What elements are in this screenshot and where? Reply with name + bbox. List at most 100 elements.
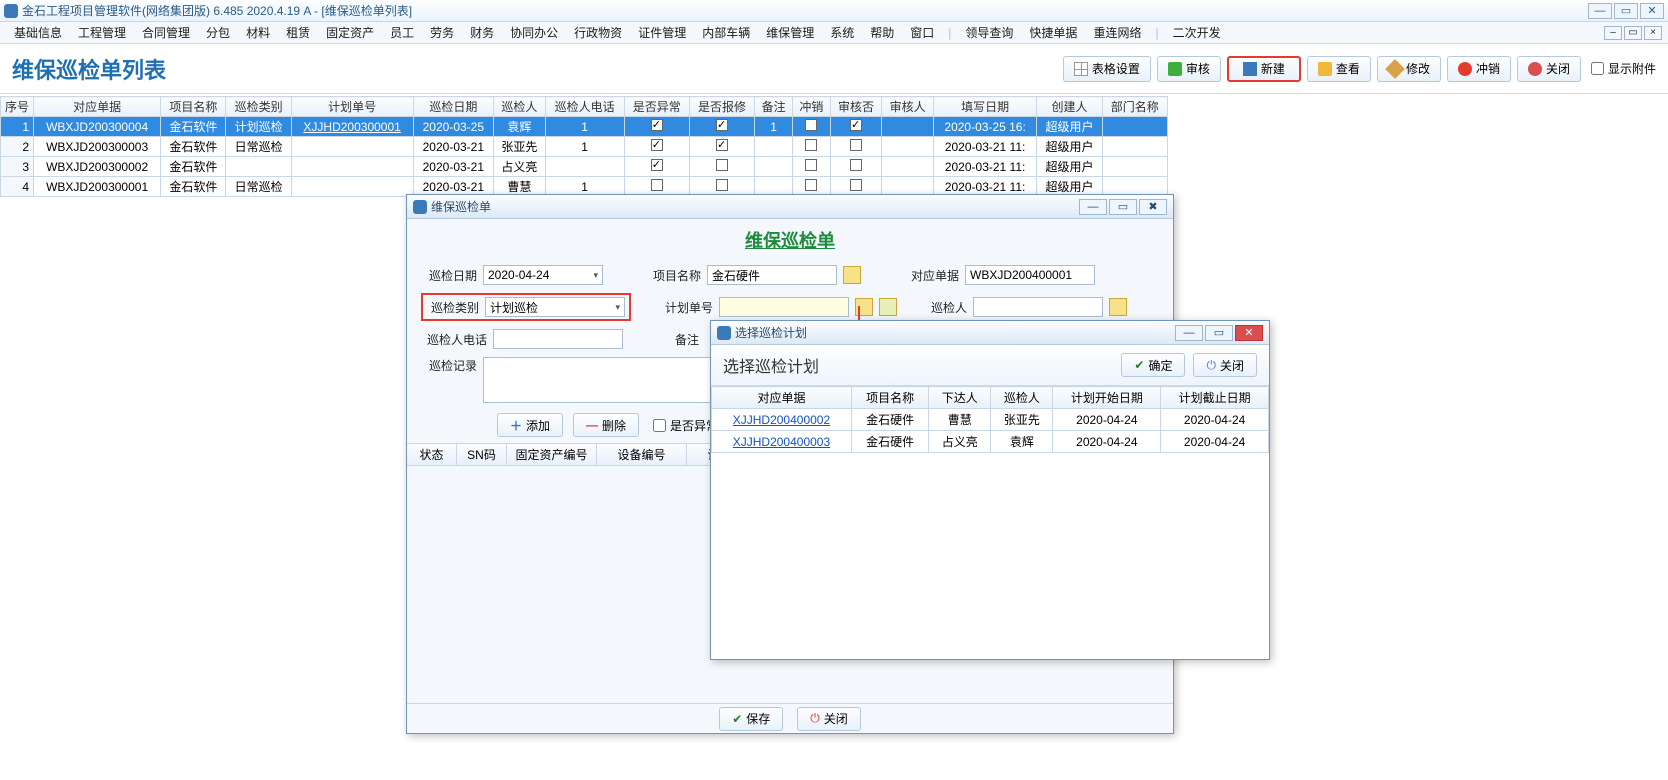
col-header[interactable]: 是否异常 (624, 97, 689, 117)
menu-item[interactable]: 材料 (238, 24, 278, 41)
mdi-min-icon[interactable]: – (1604, 26, 1622, 40)
void-button[interactable]: 冲销 (1447, 56, 1511, 82)
plan-close-button[interactable]: ✕ (1235, 325, 1263, 341)
mdi-close-icon[interactable]: × (1644, 26, 1662, 40)
col-header[interactable]: 巡检人电话 (545, 97, 624, 117)
edit-button[interactable]: 修改 (1377, 56, 1441, 82)
abnormal-toggle[interactable]: 是否异常 (653, 417, 718, 434)
col-header[interactable]: 备注 (755, 97, 793, 117)
main-table[interactable]: 序号对应单据项目名称巡检类别计划单号巡检日期巡检人巡检人电话是否异常是否报修备注… (0, 96, 1168, 197)
checkbox-icon[interactable] (716, 139, 728, 151)
project-input[interactable] (707, 265, 837, 285)
project-lookup-icon[interactable] (843, 266, 861, 284)
menu-item[interactable]: 帮助 (862, 24, 902, 41)
type-select[interactable]: 计划巡检▾ (485, 297, 625, 317)
checkbox-icon[interactable] (716, 179, 728, 191)
del-row-button[interactable]: —删除 (573, 413, 639, 437)
col-header[interactable]: 计划单号 (291, 97, 413, 117)
date-picker[interactable]: 2020-04-24▾ (483, 265, 603, 285)
audit-button[interactable]: 审核 (1157, 56, 1221, 82)
dlg-min-button[interactable]: — (1079, 199, 1107, 215)
checkbox-icon[interactable] (651, 139, 663, 151)
menu-item[interactable]: 行政物资 (566, 24, 630, 41)
checkbox-icon[interactable] (651, 159, 663, 171)
col-header[interactable]: 计划截止日期 (1161, 387, 1269, 409)
col-header[interactable]: 对应单据 (712, 387, 852, 409)
checkbox-icon[interactable] (805, 139, 817, 151)
checkbox-icon[interactable] (805, 119, 817, 131)
col-header[interactable]: 部门名称 (1102, 97, 1167, 117)
close-page-button[interactable]: 关闭 (1517, 56, 1581, 82)
checkbox-icon[interactable] (850, 159, 862, 171)
col-header[interactable]: 是否报修 (689, 97, 754, 117)
plan-dialog-titlebar[interactable]: 选择巡检计划 — ▭ ✕ (711, 321, 1269, 345)
dlg-max-button[interactable]: ▭ (1109, 199, 1137, 215)
col-header[interactable]: 冲销 (792, 97, 830, 117)
dlg-close-button[interactable]: ✖ (1139, 199, 1167, 215)
col-header[interactable]: 创建人 (1037, 97, 1102, 117)
checkbox-icon[interactable] (651, 179, 663, 191)
col-header[interactable]: 审核人 (882, 97, 934, 117)
mdi-restore-icon[interactable]: ▭ (1624, 26, 1642, 40)
create-button[interactable]: 新建 (1227, 56, 1301, 82)
view-button[interactable]: 查看 (1307, 56, 1371, 82)
menu-item[interactable]: 基础信息 (6, 24, 70, 41)
col-header[interactable]: 序号 (1, 97, 34, 117)
col-header[interactable]: 下达人 (929, 387, 991, 409)
table-row[interactable]: 1WBXJD200300004金石软件计划巡检XJJHD200300001202… (1, 117, 1168, 137)
person-input[interactable] (973, 297, 1103, 317)
form-dialog-titlebar[interactable]: 维保巡检单 — ▭ ✖ (407, 195, 1173, 219)
menu-item[interactable]: 领导查询 (957, 24, 1021, 41)
menu-item[interactable]: 财务 (462, 24, 502, 41)
table-row[interactable]: 3WBXJD200300002金石软件2020-03-21占义亮2020-03-… (1, 157, 1168, 177)
col-header[interactable]: 巡检类别 (226, 97, 291, 117)
table-row[interactable]: XJJHD200400003金石硬件占义亮袁辉2020-04-242020-04… (712, 431, 1269, 453)
plan-min-button[interactable]: — (1175, 325, 1203, 341)
plan-cancel-button[interactable]: ⏻关闭 (1193, 353, 1257, 377)
maximize-button[interactable]: ▭ (1614, 3, 1638, 19)
menu-item[interactable]: 分包 (198, 24, 238, 41)
checkbox-icon[interactable] (716, 119, 728, 131)
table-row[interactable]: 2WBXJD200300003金石软件日常巡检2020-03-21张亚先1202… (1, 137, 1168, 157)
checkbox-icon[interactable] (850, 119, 862, 131)
col-header[interactable]: 填写日期 (933, 97, 1037, 117)
menu-item[interactable]: 二次开发 (1165, 24, 1229, 41)
col-header[interactable]: 巡检日期 (413, 97, 494, 117)
show-attach-toggle[interactable]: 显示附件 (1591, 60, 1656, 77)
table-row[interactable]: XJJHD200400002金石硬件曹慧张亚先2020-04-242020-04… (712, 409, 1269, 431)
checkbox-icon[interactable] (716, 159, 728, 171)
menu-item[interactable]: 维保管理 (758, 24, 822, 41)
col-header[interactable]: 项目名称 (851, 387, 928, 409)
checkbox-icon[interactable] (850, 179, 862, 191)
menu-item[interactable]: 窗口 (902, 24, 942, 41)
plan-link[interactable]: XJJHD200300001 (303, 120, 400, 134)
col-header[interactable]: 计划开始日期 (1053, 387, 1161, 409)
phone-input[interactable] (493, 329, 623, 349)
close-button[interactable]: ✕ (1640, 3, 1664, 19)
menu-item[interactable]: 工程管理 (70, 24, 134, 41)
plan-max-button[interactable]: ▭ (1205, 325, 1233, 341)
person-lookup-icon[interactable] (1109, 298, 1127, 316)
menu-item[interactable]: 合同管理 (134, 24, 198, 41)
add-row-button[interactable]: ＋添加 (497, 413, 563, 437)
col-header[interactable]: 对应单据 (34, 97, 161, 117)
checkbox-icon[interactable] (805, 179, 817, 191)
menu-item[interactable]: 证件管理 (630, 24, 694, 41)
menu-item[interactable]: 重连网络 (1085, 24, 1149, 41)
plan-input[interactable] (719, 297, 849, 317)
menu-item[interactable]: 租赁 (278, 24, 318, 41)
col-header[interactable]: 项目名称 (161, 97, 226, 117)
checkbox-icon[interactable] (651, 119, 663, 131)
checkbox-icon[interactable] (850, 139, 862, 151)
minimize-button[interactable]: — (1588, 3, 1612, 19)
table-config-button[interactable]: 表格设置 (1063, 56, 1151, 82)
col-header[interactable]: 巡检人 (494, 97, 546, 117)
checkbox-icon[interactable] (805, 159, 817, 171)
plan-table[interactable]: 对应单据项目名称下达人巡检人计划开始日期计划截止日期 XJJHD20040000… (711, 386, 1269, 453)
col-header[interactable]: 巡检人 (991, 387, 1053, 409)
plan-doc-link[interactable]: XJJHD200400002 (733, 413, 830, 427)
menu-item[interactable]: 快捷单据 (1021, 24, 1085, 41)
menu-item[interactable]: 劳务 (422, 24, 462, 41)
doc-input[interactable] (965, 265, 1095, 285)
plan-ok-button[interactable]: ✔确定 (1121, 353, 1185, 377)
